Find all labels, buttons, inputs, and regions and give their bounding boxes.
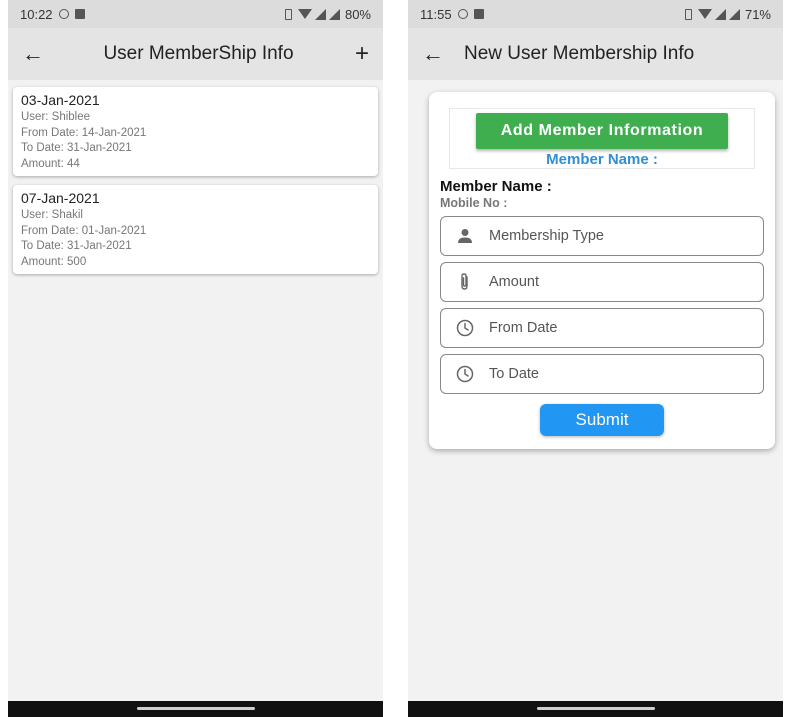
notification-circle-icon: [58, 9, 69, 19]
status-bar: 10:22 80%: [8, 0, 383, 28]
vibrate-icon: [284, 8, 292, 20]
home-gesture-handle[interactable]: [536, 707, 655, 710]
page-title: User MemberShip Info: [103, 43, 294, 64]
signal-strength-icon: [728, 8, 740, 20]
form-header: Add Member Information Member Name :: [449, 108, 755, 169]
app-bar: ← New User Membership Info: [408, 28, 783, 80]
record-user: User: Shakil: [21, 209, 83, 221]
field-label: To Date: [489, 366, 539, 382]
to-date-field[interactable]: To Date: [440, 354, 764, 394]
record-from-date: From Date: 14-Jan-2021: [21, 126, 147, 139]
status-time: 11:55: [420, 6, 452, 22]
record-from-date: From Date: 01-Jan-2021: [21, 224, 147, 237]
phone-membership-list: 10:22 80% ← User MemberShip Info + 03-Ja…: [8, 0, 383, 717]
image-notification-icon: [473, 9, 484, 19]
battery-level: 71%: [744, 6, 771, 22]
wifi-icon: [297, 9, 312, 19]
signal-icon: [314, 8, 326, 20]
back-arrow-icon[interactable]: ←: [22, 41, 52, 67]
image-notification-icon: [74, 9, 85, 19]
app-bar: ← User MemberShip Info +: [8, 28, 383, 80]
add-member-button[interactable]: Add Member Information: [476, 113, 728, 149]
vibrate-icon: [684, 8, 692, 20]
member-name-label: Member Name :: [440, 178, 552, 195]
wifi-icon: [697, 9, 712, 19]
record-user: User: Shiblee: [21, 111, 91, 123]
clock-icon: [455, 318, 475, 338]
person-icon: [455, 226, 475, 246]
paperclip-icon: [455, 272, 475, 292]
membership-card[interactable]: 03-Jan-2021 User: Shiblee From Date: 14-…: [13, 87, 378, 176]
submit-button[interactable]: Submit: [540, 404, 664, 436]
notification-circle-icon: [457, 9, 468, 19]
battery-level: 80%: [344, 6, 371, 22]
record-amount: Amount: 500: [21, 255, 87, 268]
record-date: 03-Jan-2021: [21, 92, 100, 108]
phone-new-membership: 11:55 71% ← New User Membership Info Add…: [408, 0, 783, 717]
status-bar: 11:55 71%: [408, 0, 783, 28]
page-title: New User Membership Info: [464, 43, 695, 64]
amount-field[interactable]: Amount: [440, 262, 764, 302]
field-label: Amount: [489, 274, 539, 290]
record-amount: Amount: 44: [21, 157, 80, 170]
field-label: Membership Type: [489, 228, 604, 244]
add-icon[interactable]: +: [345, 40, 369, 68]
mobile-no-label: Mobile No :: [440, 196, 508, 210]
home-gesture-handle[interactable]: [136, 707, 255, 710]
system-nav-bar: [8, 701, 383, 717]
signal-strength-icon: [328, 8, 340, 20]
signal-icon: [714, 8, 726, 20]
status-time: 10:22: [20, 6, 53, 22]
system-nav-bar: [408, 701, 783, 717]
field-label: From Date: [489, 320, 558, 336]
from-date-field[interactable]: From Date: [440, 308, 764, 348]
membership-card[interactable]: 07-Jan-2021 User: Shakil From Date: 01-J…: [13, 185, 378, 274]
clock-icon: [455, 364, 475, 384]
record-to-date: To Date: 31-Jan-2021: [21, 142, 132, 154]
membership-form-card: Add Member Information Member Name : Mem…: [429, 92, 775, 449]
record-date: 07-Jan-2021: [21, 190, 100, 206]
membership-type-field[interactable]: Membership Type: [440, 216, 764, 256]
record-to-date: To Date: 31-Jan-2021: [21, 240, 132, 252]
header-member-name: Member Name :: [546, 151, 658, 168]
back-arrow-icon[interactable]: ←: [422, 41, 452, 67]
